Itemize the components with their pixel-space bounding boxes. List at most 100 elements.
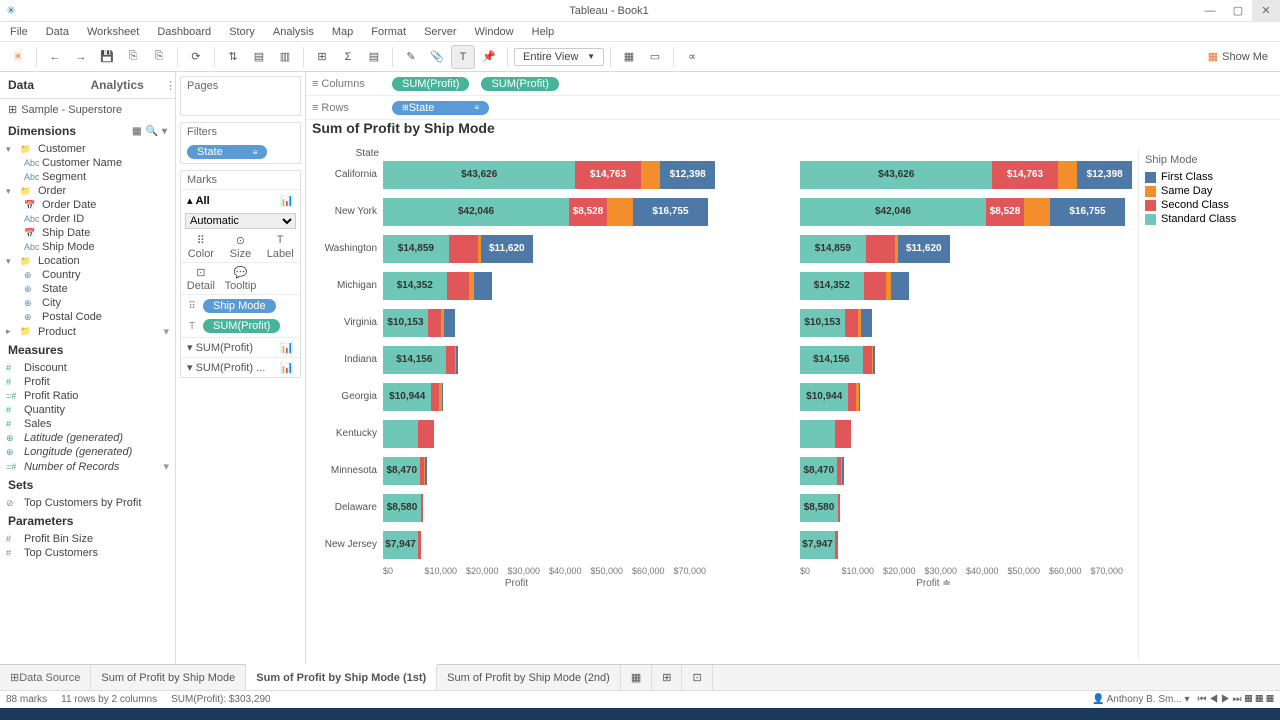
search-icon[interactable]: 🔍 (146, 126, 158, 137)
field-num-records[interactable]: =#Number of Records▾ (4, 459, 171, 474)
label-button[interactable]: T (451, 45, 475, 69)
pill-ship-mode[interactable]: Ship Mode (203, 299, 276, 313)
cards-button[interactable]: ▦ (617, 45, 641, 69)
highlight-button[interactable]: ✎ (399, 45, 423, 69)
columns-shelf[interactable]: ≡Columns SUM(Profit) SUM(Profit) (306, 72, 1280, 96)
folder-location[interactable]: ▾📁Location (4, 254, 171, 268)
detail-button[interactable]: ⊡Detail (181, 263, 221, 294)
legend-item[interactable]: Standard Class (1145, 212, 1262, 226)
new-worksheet-button[interactable]: ▦ (621, 665, 652, 690)
param-profit-bin[interactable]: #Profit Bin Size (4, 532, 171, 546)
new-dashboard-button[interactable]: ⊞ (652, 665, 682, 690)
filters-card[interactable]: Filters State≡ (180, 122, 301, 164)
marks-sum2[interactable]: ▾ SUM(Profit) ...📊 (181, 357, 300, 377)
field-state[interactable]: ⊕State (22, 282, 171, 296)
menu-worksheet[interactable]: Worksheet (81, 26, 145, 38)
field-ship-date[interactable]: 📅Ship Date (22, 226, 171, 240)
tab-sheet-1[interactable]: Sum of Profit by Ship Mode (91, 665, 246, 690)
legend-item[interactable]: Second Class (1145, 198, 1262, 212)
pill-sum-profit[interactable]: SUM(Profit) (203, 319, 280, 333)
legend-item[interactable]: First Class (1145, 170, 1262, 184)
bar-row[interactable]: $42,046$8,528$16,755 (735, 196, 1132, 227)
color-button[interactable]: ⠿Color (181, 231, 221, 262)
field-order-id[interactable]: AbcOrder ID (22, 212, 171, 226)
field-segment[interactable]: AbcSegment (22, 170, 171, 184)
bar-row[interactable]: Washington$14,859$11,620 (318, 233, 715, 264)
filter-pill-state[interactable]: State≡ (187, 145, 267, 159)
bar-row[interactable]: $14,352 (735, 270, 1132, 301)
show-me-button[interactable]: ▦Show Me (1208, 50, 1274, 63)
menu-format[interactable]: Format (365, 26, 412, 38)
back-button[interactable]: ← (43, 45, 67, 69)
menu-story[interactable]: Story (223, 26, 261, 38)
set-top-customers[interactable]: ⊘Top Customers by Profit (4, 496, 171, 510)
field-country[interactable]: ⊕Country (22, 268, 171, 282)
field-latitude[interactable]: ⊕Latitude (generated) (4, 431, 171, 445)
field-profit[interactable]: #Profit (4, 375, 171, 389)
folder-product[interactable]: ▸📁Product▾ (4, 324, 171, 339)
menu-help[interactable]: Help (526, 26, 561, 38)
pane-menu-icon[interactable]: ⋮ (165, 79, 175, 92)
field-quantity[interactable]: #Quantity (4, 403, 171, 417)
size-button[interactable]: ⊙Size (221, 231, 261, 262)
field-profit-ratio[interactable]: =#Profit Ratio (4, 389, 171, 403)
minimize-button[interactable]: — (1196, 0, 1224, 22)
menu-window[interactable]: Window (469, 26, 520, 38)
refresh-button[interactable]: ⟳ (184, 45, 208, 69)
row-pill-state[interactable]: ⊞ State≡ (392, 101, 489, 115)
field-order-date[interactable]: 📅Order Date (22, 198, 171, 212)
windows-taskbar[interactable] (0, 708, 1280, 720)
menu-icon[interactable]: ▾ (162, 126, 167, 137)
chart-title[interactable]: Sum of Profit by Ship Mode (306, 120, 1280, 140)
user-dropdown[interactable]: 👤 Anthony B. Sm... ▾ (1092, 694, 1190, 705)
save-button[interactable]: 💾 (95, 45, 119, 69)
swap-button[interactable]: ⇅ (221, 45, 245, 69)
bar-row[interactable]: Minnesota$8,470 (318, 455, 715, 486)
menu-server[interactable]: Server (418, 26, 462, 38)
menu-file[interactable]: File (4, 26, 34, 38)
field-sales[interactable]: #Sales (4, 417, 171, 431)
legend-item[interactable]: Same Day (1145, 184, 1262, 198)
bar-row[interactable]: Kentucky (318, 418, 715, 449)
nav-icons[interactable]: ⏮ ◀ ▶ ⏭ ▦ ▦ ▦ (1197, 694, 1274, 705)
bar-row[interactable]: Michigan$14,352 (318, 270, 715, 301)
field-postal-code[interactable]: ⊕Postal Code (22, 310, 171, 324)
field-ship-mode[interactable]: AbcShip Mode (22, 240, 171, 254)
bar-row[interactable] (735, 418, 1132, 449)
fit-dropdown[interactable]: Entire View▼ (514, 48, 604, 66)
rows-shelf[interactable]: ≡Rows ⊞ State≡ (306, 96, 1280, 120)
bar-row[interactable]: Virginia$10,153 (318, 307, 715, 338)
share-button[interactable]: ∝ (680, 45, 704, 69)
forward-button[interactable]: → (69, 45, 93, 69)
marks-sum1[interactable]: ▾ SUM(Profit)📊 (181, 337, 300, 357)
group-button[interactable]: ⊞ (310, 45, 334, 69)
abc-button[interactable]: ▤ (362, 45, 386, 69)
bar-row[interactable]: $43,626$14,763$12,398 (735, 159, 1132, 190)
col-pill-1[interactable]: SUM(Profit) (392, 77, 469, 91)
field-discount[interactable]: #Discount (4, 361, 171, 375)
bar-row[interactable]: $8,470 (735, 455, 1132, 486)
bar-row[interactable]: $14,859$11,620 (735, 233, 1132, 264)
close-button[interactable]: ✕ (1252, 0, 1280, 22)
bar-row[interactable]: Indiana$14,156 (318, 344, 715, 375)
bar-row[interactable]: New Jersey$7,947 (318, 529, 715, 560)
bar-row[interactable]: $10,153 (735, 307, 1132, 338)
menu-data[interactable]: Data (40, 26, 75, 38)
new-story-button[interactable]: ⊡ (682, 665, 712, 690)
bar-row[interactable]: $7,947 (735, 529, 1132, 560)
folder-customer[interactable]: ▾📁Customer (4, 142, 171, 156)
bar-row[interactable]: $10,944 (735, 381, 1132, 412)
tooltip-button[interactable]: 💬Tooltip (221, 263, 261, 294)
maximize-button[interactable]: ▢ (1224, 0, 1252, 22)
datasource-item[interactable]: ⊞Sample - Superstore (0, 99, 175, 120)
bar-row[interactable]: $14,156 (735, 344, 1132, 375)
folder-order[interactable]: ▾📁Order (4, 184, 171, 198)
sort-desc-button[interactable]: ▥ (273, 45, 297, 69)
field-customer-name[interactable]: AbcCustomer Name (22, 156, 171, 170)
mark-type-select[interactable]: Automatic (185, 213, 296, 229)
menu-dashboard[interactable]: Dashboard (151, 26, 217, 38)
presentation-button[interactable]: ▭ (643, 45, 667, 69)
view-icon[interactable]: ▦ (132, 126, 141, 137)
param-top-customers[interactable]: #Top Customers (4, 546, 171, 560)
bar-row[interactable]: California$43,626$14,763$12,398 (318, 159, 715, 190)
